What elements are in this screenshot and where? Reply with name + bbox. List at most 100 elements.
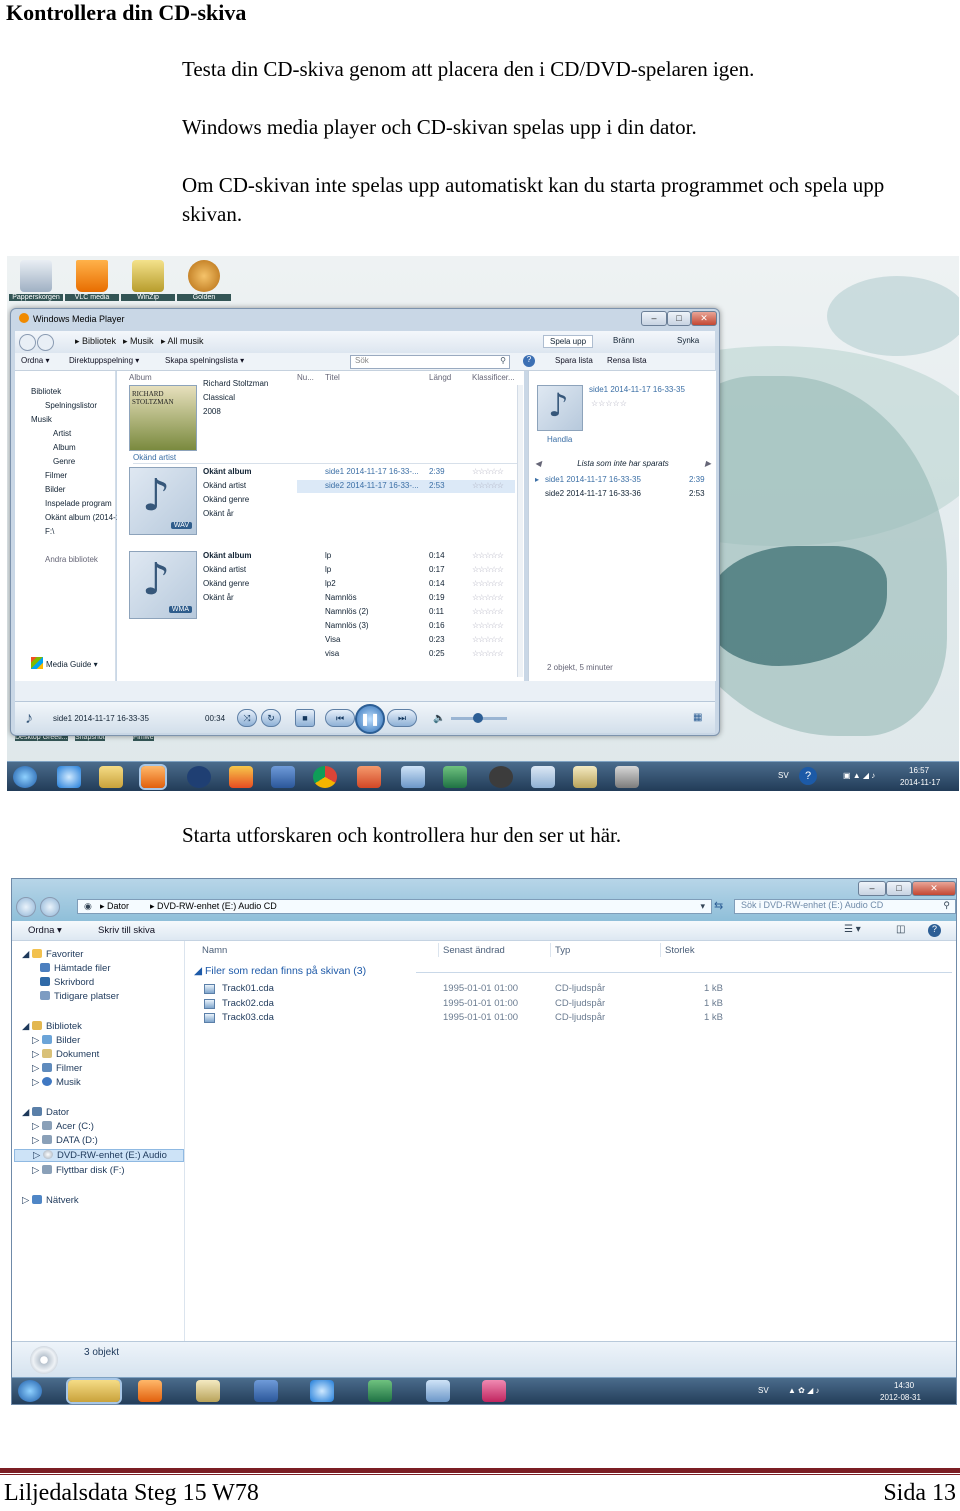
now-playing-stars[interactable]: ☆☆☆☆☆ bbox=[591, 399, 627, 408]
address-bar[interactable]: ◉ ▸ Dator ▸ DVD-RW-enhet (E:) Audio CD ▾ bbox=[77, 899, 712, 914]
forward-button[interactable] bbox=[37, 334, 54, 351]
previous-button[interactable]: ⏮ bbox=[325, 709, 355, 727]
nav-explorer-pictures[interactable]: ▷ Bilder bbox=[32, 1035, 80, 1046]
col-album[interactable]: Album bbox=[129, 373, 152, 382]
explorer-organize-menu[interactable]: Ordna ▾ bbox=[28, 925, 62, 936]
tab-burn[interactable]: Bränn bbox=[613, 336, 634, 345]
col-size[interactable]: Storlek bbox=[665, 945, 695, 956]
ie-icon[interactable] bbox=[57, 766, 81, 788]
tab-sync[interactable]: Synka bbox=[677, 336, 699, 345]
wmp-taskbar-icon-2[interactable] bbox=[138, 1380, 162, 1402]
explorer-help-icon[interactable]: ? bbox=[928, 924, 941, 937]
organize-menu[interactable]: Ordna ▾ bbox=[21, 356, 49, 365]
paint-icon[interactable] bbox=[229, 766, 253, 788]
breadcrumb-music[interactable]: ▸ Musik bbox=[123, 336, 154, 347]
tab-play[interactable]: Spela upp bbox=[543, 335, 594, 348]
track-title[interactable]: Namnlös (2) bbox=[325, 607, 369, 616]
nav-downloads[interactable]: Hämtade filer bbox=[40, 963, 111, 974]
prev-list-arrow-icon[interactable]: ◀ bbox=[535, 459, 541, 468]
address-dvd[interactable]: ▸ DVD-RW-enhet (E:) Audio CD bbox=[150, 901, 277, 912]
shuffle-button[interactable]: ⤨ bbox=[237, 709, 257, 727]
recycle-bin-icon[interactable]: Papperskorgen bbox=[9, 260, 63, 314]
track-rating[interactable]: ☆☆☆☆☆ bbox=[472, 635, 504, 644]
track-title[interactable]: lp bbox=[325, 565, 331, 574]
nav-library[interactable]: Bibliotek bbox=[31, 387, 61, 396]
nav-music[interactable]: Musik bbox=[31, 415, 52, 424]
golden-icon[interactable]: Golden bbox=[177, 260, 231, 314]
refresh-icon[interactable]: ⇆ bbox=[714, 899, 723, 912]
nav-videos[interactable]: Filmer bbox=[45, 471, 67, 480]
track-title[interactable]: Namnlös (3) bbox=[325, 621, 369, 630]
explorer-close-button[interactable]: ✕ bbox=[912, 881, 956, 896]
track-title[interactable]: Namnlös bbox=[325, 593, 357, 602]
language-indicator[interactable]: SV bbox=[778, 771, 789, 780]
paint-tool-icon[interactable] bbox=[573, 766, 597, 788]
clock-date[interactable]: 2014-11-17 bbox=[900, 778, 940, 787]
breadcrumb-library[interactable]: ▸ Bibliotek bbox=[75, 336, 116, 347]
col-rating[interactable]: Klassificer... bbox=[472, 373, 515, 382]
nav-media-guide[interactable]: Media Guide ▾ bbox=[31, 657, 98, 669]
file-name[interactable]: Track02.cda bbox=[222, 998, 274, 1009]
track-rating[interactable]: ☆☆☆☆☆ bbox=[472, 467, 504, 476]
col-modified[interactable]: Senast ändrad bbox=[443, 945, 505, 956]
stop-button[interactable]: ■ bbox=[295, 709, 315, 727]
help-icon[interactable]: ? bbox=[523, 355, 535, 367]
picture-taskbar-icon[interactable] bbox=[426, 1380, 450, 1402]
explorer-back-button[interactable] bbox=[16, 897, 36, 917]
back-button[interactable] bbox=[19, 334, 36, 351]
track-title[interactable]: visa bbox=[325, 649, 339, 658]
help-tray-icon[interactable]: ? bbox=[799, 767, 817, 785]
track-rating[interactable]: ☆☆☆☆☆ bbox=[472, 579, 504, 588]
pdf-taskbar-icon[interactable] bbox=[482, 1380, 506, 1402]
nav-network[interactable]: ▷ Nätverk bbox=[22, 1195, 79, 1206]
create-playlist-menu[interactable]: Skapa spelningslista ▾ bbox=[165, 356, 244, 365]
album-art-wma[interactable]: ♪ WMA bbox=[129, 551, 197, 619]
search-input[interactable]: Sök ⚲ bbox=[350, 355, 510, 369]
track-rating[interactable]: ☆☆☆☆☆ bbox=[472, 649, 504, 658]
list-scrollbar[interactable] bbox=[517, 385, 523, 677]
picture-viewer-icon[interactable] bbox=[401, 766, 425, 788]
excel-icon[interactable] bbox=[443, 766, 467, 788]
nav-album[interactable]: Album bbox=[53, 443, 76, 452]
clock-time[interactable]: 16:57 bbox=[909, 766, 929, 775]
volume-slider-thumb[interactable] bbox=[473, 713, 483, 723]
track-rating[interactable]: ☆☆☆☆☆ bbox=[472, 593, 504, 602]
nav-recorded-tv[interactable]: Inspelade program bbox=[45, 499, 112, 508]
nav-unknown-album[interactable]: Okänt album (2014-1 bbox=[45, 513, 120, 522]
breadcrumb-all-music[interactable]: ▸ All musik bbox=[161, 336, 204, 347]
nav-other-libraries[interactable]: Andra bibliotek bbox=[45, 555, 98, 564]
burn-to-disc-button[interactable]: Skriv till skiva bbox=[98, 925, 155, 936]
word-taskbar-icon[interactable] bbox=[254, 1380, 278, 1402]
nav-drive-d[interactable]: ▷ DATA (D:) bbox=[32, 1135, 98, 1146]
explorer-forward-button[interactable] bbox=[40, 897, 60, 917]
start-button[interactable] bbox=[13, 766, 37, 788]
clock-time-2[interactable]: 14:30 bbox=[894, 1381, 914, 1390]
language-indicator-2[interactable]: SV bbox=[758, 1386, 769, 1395]
close-button[interactable]: ✕ bbox=[691, 311, 717, 326]
explorer-minimize-button[interactable]: – bbox=[858, 881, 886, 896]
acer-icon[interactable] bbox=[489, 766, 513, 788]
switch-to-now-playing-icon[interactable]: ▦ bbox=[693, 712, 702, 723]
save-list-button[interactable]: Spara lista bbox=[555, 356, 593, 365]
microphone-icon[interactable] bbox=[615, 766, 639, 788]
track-rating[interactable]: ☆☆☆☆☆ bbox=[472, 565, 504, 574]
powerpoint-icon[interactable] bbox=[357, 766, 381, 788]
playlist-title[interactable]: side1 2014-11-17 16-33-35 bbox=[545, 475, 641, 484]
col-name[interactable]: Namn bbox=[202, 945, 227, 956]
minimize-button[interactable]: – bbox=[641, 311, 667, 326]
repeat-button[interactable]: ↻ bbox=[261, 709, 281, 727]
playlist-title[interactable]: side2 2014-11-17 16-33-36 bbox=[545, 489, 641, 498]
paint-taskbar-icon[interactable] bbox=[196, 1380, 220, 1402]
group-header[interactable]: ◢ Filer som redan finns på skivan (3) bbox=[194, 965, 366, 977]
address-computer[interactable]: ▸ Dator bbox=[100, 901, 129, 912]
pause-button[interactable]: ❚❚ bbox=[355, 704, 385, 734]
col-length[interactable]: Längd bbox=[429, 373, 451, 382]
track-title[interactable]: side1 2014-11-17 16-33-... bbox=[325, 467, 419, 476]
nav-genre[interactable]: Genre bbox=[53, 457, 75, 466]
preview-pane-icon[interactable]: ◫ bbox=[896, 924, 905, 935]
nav-artist[interactable]: Artist bbox=[53, 429, 71, 438]
wmp-taskbar-icon[interactable] bbox=[141, 766, 165, 788]
explorer-maximize-button[interactable]: □ bbox=[886, 881, 912, 896]
explorer-search-input[interactable]: Sök i DVD-RW-enhet (E:) Audio CD ⚲ bbox=[734, 899, 956, 914]
search-icon[interactable]: ⚲ bbox=[500, 356, 509, 365]
